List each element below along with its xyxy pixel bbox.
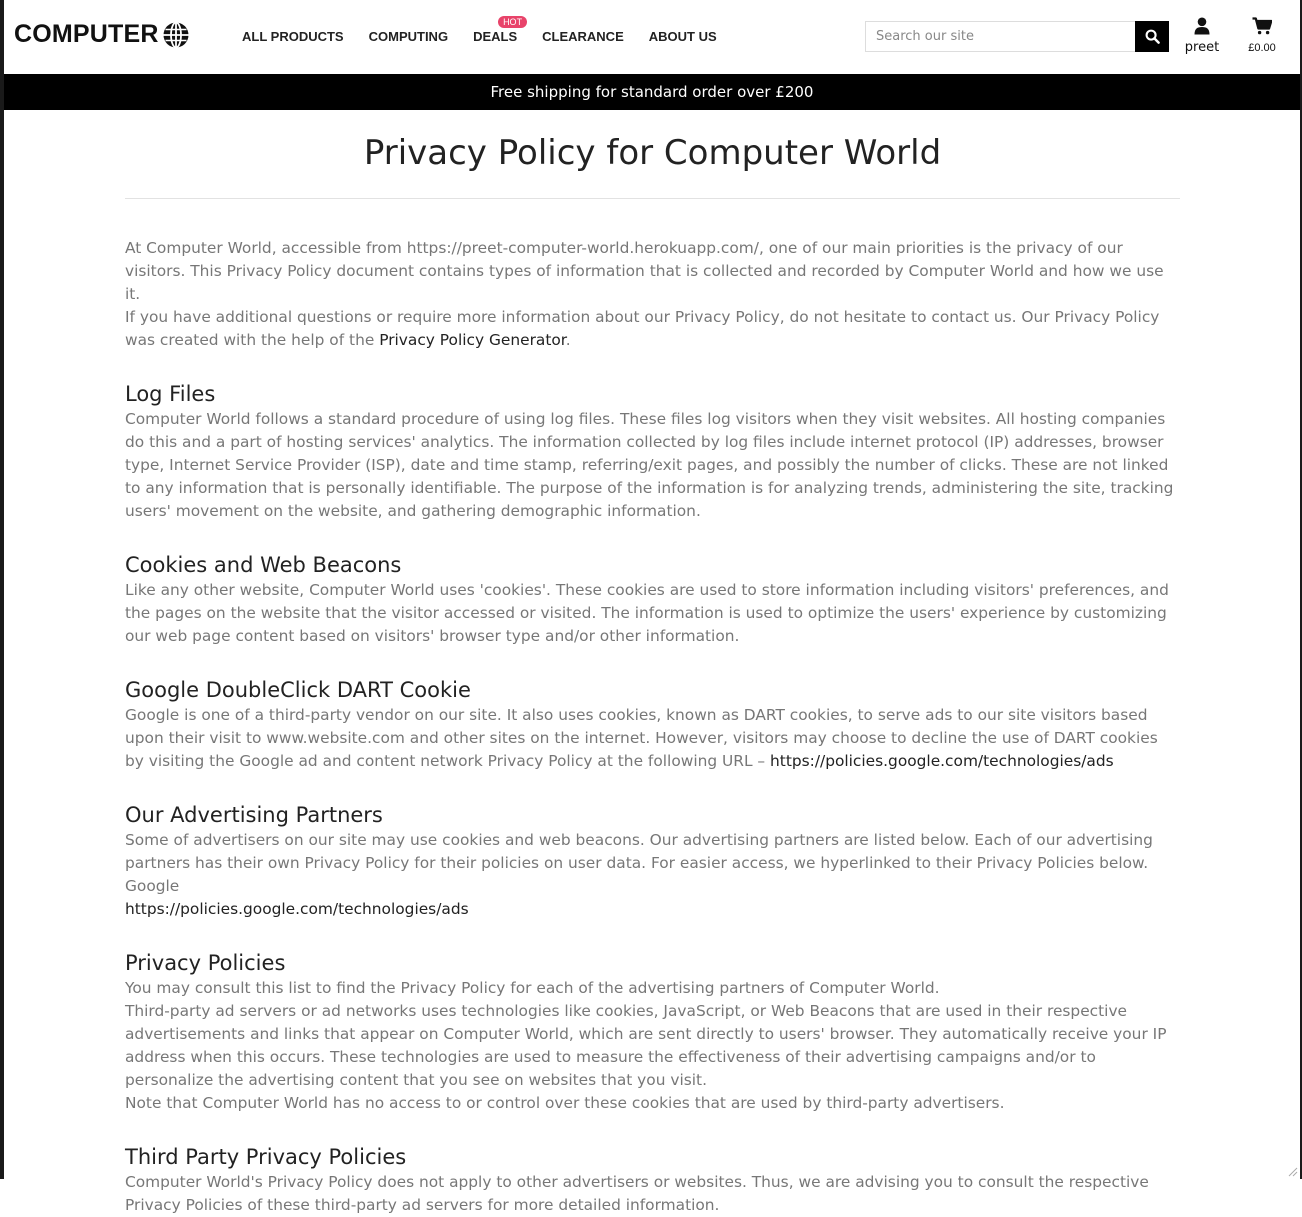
google-ads-policy-link[interactable]: https://policies.google.com/technologies… [770, 752, 1114, 770]
cookies-section: Cookies and Web Beacons Like any other w… [125, 551, 1180, 648]
partner-policy-link[interactable]: https://policies.google.com/technologies… [125, 900, 469, 918]
nav-all-products[interactable]: ALL PRODUCTS [242, 29, 344, 44]
window-frame-left [0, 0, 4, 1179]
account-button[interactable]: preet [1182, 17, 1222, 55]
dart-cookie-heading: Google DoubleClick DART Cookie [125, 678, 471, 702]
main-nav: ALL PRODUCTS COMPUTING DEALS HOT CLEARAN… [242, 16, 742, 44]
privacy-policies-section: Privacy Policies You may consult this li… [125, 949, 1180, 1115]
intro-section: At Computer World, accessible from https… [125, 237, 1180, 352]
page-title: Privacy Policy for Computer World [363, 133, 942, 173]
privacy-policies-heading: Privacy Policies [125, 951, 286, 975]
nav-deals[interactable]: DEALS HOT [473, 16, 528, 44]
nav-about-us[interactable]: ABOUT US [649, 29, 717, 44]
user-name: preet [1184, 40, 1220, 55]
log-files-heading: Log Files [125, 382, 216, 406]
title-divider [125, 198, 1180, 199]
partner-name: Google [125, 877, 180, 895]
dart-cookie-text: Google is one of a third-party vendor on… [125, 706, 1158, 770]
cart-button[interactable]: £0.00 [1242, 17, 1282, 54]
advertising-partners-section: Our Advertising Partners Some of adverti… [125, 801, 1180, 921]
shipping-banner: Free shipping for standard order over £2… [4, 74, 1300, 110]
hot-badge: HOT [498, 16, 528, 28]
shipping-banner-text: Free shipping for standard order over £2… [490, 83, 814, 101]
intro-paragraph-1: At Computer World, accessible from https… [125, 239, 1164, 303]
privacy-policies-text-2: Third-party ad servers or ad networks us… [125, 1002, 1167, 1089]
globe-icon [163, 21, 189, 48]
advertising-partners-heading: Our Advertising Partners [125, 803, 383, 827]
partner-link-line: https://policies.google.com/technologies… [125, 898, 1180, 921]
user-icon [1194, 17, 1210, 35]
search-button[interactable] [1135, 21, 1169, 52]
resize-grip-icon[interactable] [1286, 1165, 1298, 1177]
search-icon [1145, 29, 1160, 44]
cookies-heading: Cookies and Web Beacons [125, 553, 402, 577]
policy-content: Privacy Policy for Computer World At Com… [125, 110, 1180, 1217]
third-party-section: Third Party Privacy Policies Computer Wo… [125, 1143, 1180, 1217]
cart-icon [1252, 17, 1273, 35]
privacy-policy-generator-link[interactable]: Privacy Policy Generator [379, 331, 566, 349]
cookies-text: Like any other website, Computer World u… [125, 581, 1169, 645]
privacy-policies-text-3: Note that Computer World has no access t… [125, 1094, 1005, 1112]
third-party-text: Computer World's Privacy Policy does not… [125, 1173, 1149, 1214]
log-files-section: Log Files Computer World follows a stand… [125, 380, 1180, 523]
site-header: COMPUTER ALL PRODUCTS COMPUTING DEALS HO… [4, 0, 1300, 74]
nav-computing[interactable]: COMPUTING [369, 29, 448, 44]
advertising-partners-text: Some of advertisers on our site may use … [125, 831, 1153, 872]
logo-text: COMPUTER [14, 20, 159, 48]
intro-paragraph-2: If you have additional questions or requ… [125, 308, 1160, 349]
third-party-heading: Third Party Privacy Policies [125, 1145, 407, 1169]
privacy-policies-text-1: You may consult this list to find the Pr… [125, 979, 940, 997]
search-input[interactable] [865, 21, 1135, 52]
site-search [865, 21, 1172, 52]
cart-total: £0.00 [1248, 42, 1276, 54]
nav-clearance[interactable]: CLEARANCE [542, 29, 624, 44]
site-logo[interactable]: COMPUTER [14, 20, 190, 49]
dart-cookie-section: Google DoubleClick DART Cookie Google is… [125, 676, 1180, 773]
log-files-text: Computer World follows a standard proced… [125, 410, 1174, 520]
